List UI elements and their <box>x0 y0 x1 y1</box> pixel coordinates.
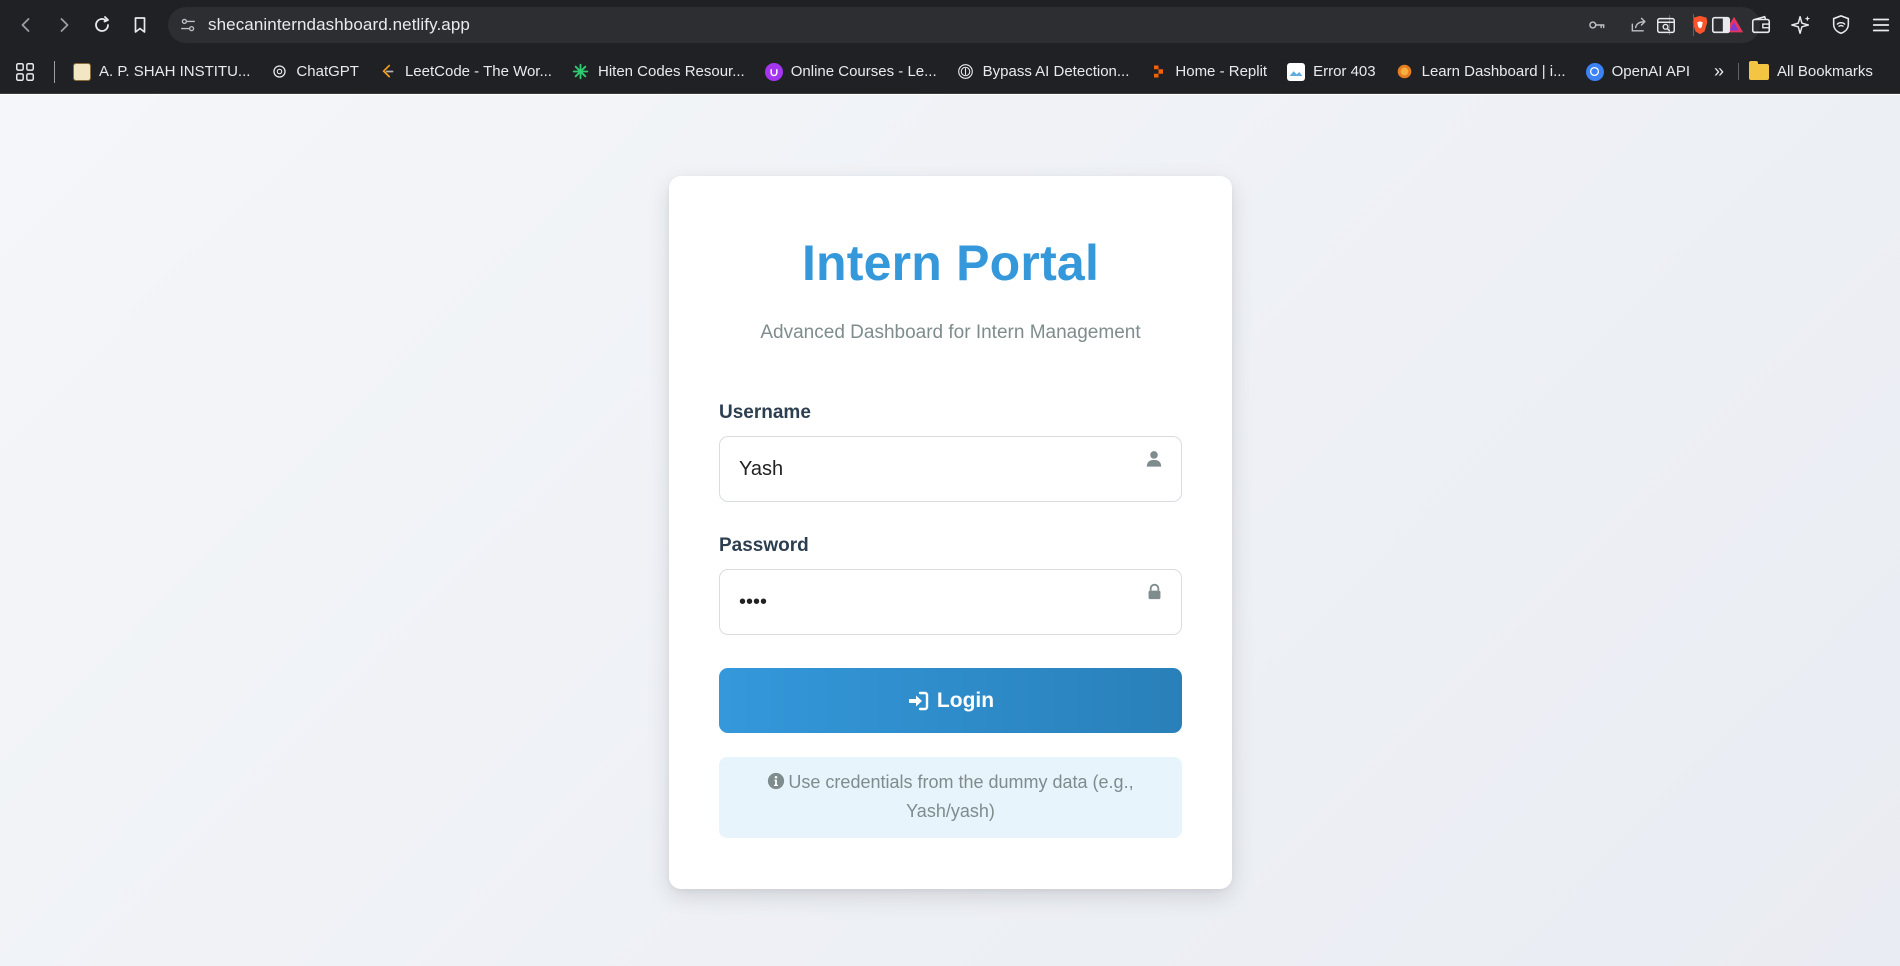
toolbar-divider <box>1693 14 1694 36</box>
learn-icon <box>1396 63 1414 81</box>
bookmark-item-leetcode[interactable]: LeetCode - The Wor... <box>369 57 562 87</box>
sidebar-toggle-icon[interactable] <box>1708 12 1734 38</box>
menu-icon[interactable] <box>1868 12 1894 38</box>
share-icon[interactable] <box>1627 13 1651 37</box>
key-icon[interactable] <box>1585 13 1609 37</box>
replit-icon <box>1149 63 1167 81</box>
bookmark-page-button[interactable] <box>122 7 158 43</box>
page-background: Intern Portal Advanced Dashboard for Int… <box>0 95 1900 966</box>
bookmark-item-openai-api[interactable]: OpenAI API <box>1576 57 1700 87</box>
address-bar[interactable]: shecaninterndashboard.netlify.app <box>168 7 1760 43</box>
forward-button[interactable] <box>46 7 82 43</box>
leetcode-icon <box>379 63 397 81</box>
info-icon <box>767 770 785 790</box>
reload-button[interactable] <box>84 7 120 43</box>
user-icon <box>1143 447 1165 469</box>
login-button[interactable]: Login <box>719 668 1182 733</box>
bookmark-item-bypass-ai[interactable]: Bypass AI Detection... <box>947 57 1140 87</box>
wallet-icon[interactable] <box>1748 12 1774 38</box>
bookmarks-bar: A. P. SHAH INSTITU... ChatGPT LeetCode -… <box>0 50 1900 94</box>
bookmark-item-error-403[interactable]: Error 403 <box>1277 57 1386 87</box>
credentials-hint: Use credentials from the dummy data (e.g… <box>719 757 1182 838</box>
username-input[interactable] <box>720 437 1181 501</box>
page-title: Intern Portal <box>801 235 1100 291</box>
apps-grid-icon[interactable] <box>0 50 50 93</box>
institute-logo-icon <box>73 62 91 81</box>
vpn-shield-icon[interactable] <box>1828 12 1854 38</box>
asterisk-icon <box>572 63 590 81</box>
fingerprint-icon <box>957 63 975 81</box>
url-text[interactable]: shecaninterndashboard.netlify.app <box>208 15 470 35</box>
chevron-right-icon <box>60 18 69 32</box>
password-input[interactable] <box>720 570 1181 634</box>
username-field[interactable] <box>719 436 1182 502</box>
password-label: Password <box>719 535 809 556</box>
bookmark-item-replit[interactable]: Home - Replit <box>1139 57 1277 87</box>
back-button[interactable] <box>8 7 44 43</box>
site-settings-icon[interactable] <box>168 7 208 43</box>
chatgpt-icon <box>270 63 288 81</box>
lock-icon <box>1143 580 1165 602</box>
search-tabs-icon[interactable] <box>1653 12 1679 38</box>
browser-toolbar: shecaninterndashboard.netlify.app <box>0 0 1900 50</box>
sign-in-icon <box>907 690 929 712</box>
all-bookmarks-folder[interactable]: All Bookmarks <box>1738 60 1873 80</box>
leo-ai-icon[interactable] <box>1788 12 1814 38</box>
username-label: Username <box>719 402 811 423</box>
bookmark-item-udemy[interactable]: Online Courses - Le... <box>755 57 947 87</box>
bookmark-item-ap-shah[interactable]: A. P. SHAH INSTITU... <box>63 57 260 87</box>
hint-text: Use credentials from the dummy data (e.g… <box>788 772 1134 821</box>
chevron-left-icon <box>21 18 30 32</box>
page-subtitle: Advanced Dashboard for Intern Management <box>760 322 1141 343</box>
reload-icon <box>95 16 109 32</box>
bookmarks-divider <box>54 60 55 83</box>
bookmark-item-hiten-codes[interactable]: Hiten Codes Resour... <box>562 57 755 87</box>
password-field[interactable] <box>719 569 1182 635</box>
folder-icon <box>1749 60 1770 80</box>
bookmark-item-chatgpt[interactable]: ChatGPT <box>260 57 369 87</box>
bookmark-item-learn-dashboard[interactable]: Learn Dashboard | i... <box>1386 57 1576 87</box>
login-card: Intern Portal Advanced Dashboard for Int… <box>669 176 1232 889</box>
login-button-label: Login <box>936 688 995 712</box>
image-icon <box>1287 62 1306 81</box>
more-bookmarks-button[interactable]: » <box>1700 61 1738 82</box>
openai-icon <box>1585 62 1604 81</box>
udemy-icon <box>764 62 783 81</box>
bookmark-icon <box>134 17 146 33</box>
